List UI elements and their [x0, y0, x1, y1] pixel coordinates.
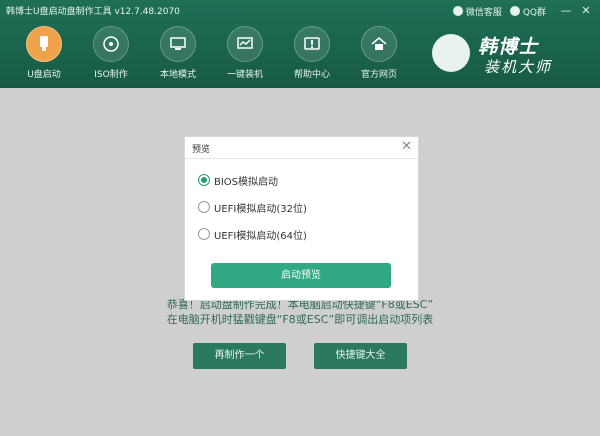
option-bios[interactable]: BIOS模拟启动: [198, 173, 279, 188]
close-window-button[interactable]: ✕: [578, 4, 594, 18]
nav-item-one-click-install[interactable]: 一键装机: [215, 26, 275, 84]
nav-label-one-click-install: 一键装机: [226, 70, 263, 80]
title-bar: 韩博士U盘启动盘制作工具 v12.7.48.2070 微信客服 QQ群 — ✕: [0, 0, 600, 22]
brand-logo: 韩博士 装机大师: [432, 30, 582, 78]
close-icon[interactable]: ✕: [401, 139, 412, 154]
start-preview-button[interactable]: 启动预览: [211, 263, 391, 288]
wechat-service-link[interactable]: 微信客服: [452, 5, 502, 18]
wechat-icon: [452, 6, 463, 16]
option-uefi-64[interactable]: UEFI模拟启动(64位): [198, 227, 307, 242]
usb-icon: [26, 26, 62, 62]
option-uefi-32-label: UEFI模拟启动(32位): [214, 203, 307, 215]
help-icon: [294, 26, 330, 62]
nav-label-usb-boot: U盘启动: [27, 70, 61, 80]
qq-group-label: QQ群: [522, 7, 546, 18]
option-uefi-32[interactable]: UEFI模拟启动(32位): [198, 200, 307, 215]
monitor-icon: [160, 26, 196, 62]
dialog-title: 预览: [192, 145, 211, 155]
disc-icon: [93, 26, 129, 62]
nav-label-local-mode: 本地模式: [159, 70, 196, 80]
app-title: 韩博士U盘启动盘制作工具 v12.7.48.2070: [6, 7, 180, 17]
nav-item-local-mode[interactable]: 本地模式: [148, 26, 208, 84]
option-uefi-64-label: UEFI模拟启动(64位): [214, 230, 307, 242]
remake-button[interactable]: 再制作一个: [193, 343, 286, 369]
qq-group-link[interactable]: QQ群: [509, 5, 546, 18]
title-bar-controls: 微信客服 QQ群 — ✕: [452, 2, 600, 20]
main-nav: U盘启动 ISO制作 本地模式 一键装机 帮助中心 官方网页: [0, 22, 420, 86]
dialog-header: 预览 ✕: [185, 137, 418, 159]
nav-label-iso: ISO制作: [94, 70, 128, 80]
radio-uefi-64[interactable]: [198, 228, 210, 240]
minimize-button[interactable]: —: [558, 4, 574, 18]
install-icon: [227, 26, 263, 62]
radio-uefi-32[interactable]: [198, 201, 210, 213]
app-header: 韩博士U盘启动盘制作工具 v12.7.48.2070 微信客服 QQ群 — ✕ …: [0, 0, 600, 88]
option-bios-label: BIOS模拟启动: [214, 176, 279, 188]
brand-mascot-icon: [432, 34, 470, 72]
brand-name: 韩博士: [478, 36, 539, 58]
radio-bios[interactable]: [198, 174, 210, 186]
brand-tagline: 装机大师: [484, 58, 553, 76]
nav-label-official-site: 官方网页: [360, 70, 397, 80]
nav-item-official-site[interactable]: 官方网页: [349, 26, 409, 84]
nav-label-help-center: 帮助中心: [293, 70, 330, 80]
shortcut-list-button[interactable]: 快捷键大全: [314, 343, 407, 369]
nav-item-help-center[interactable]: 帮助中心: [282, 26, 342, 84]
hotkey-hint: 在电脑开机时猛戳键盘“F8或ESC”即可调出启动项列表: [166, 313, 434, 326]
nav-item-usb-boot[interactable]: U盘启动: [14, 26, 74, 84]
wechat-service-label: 微信客服: [465, 7, 502, 18]
qq-icon: [509, 6, 520, 16]
nav-item-iso[interactable]: ISO制作: [81, 26, 141, 84]
preview-dialog: 预览 ✕ BIOS模拟启动 UEFI模拟启动(32位) UEFI模拟启动(64位…: [184, 136, 419, 301]
home-icon: [361, 26, 397, 62]
